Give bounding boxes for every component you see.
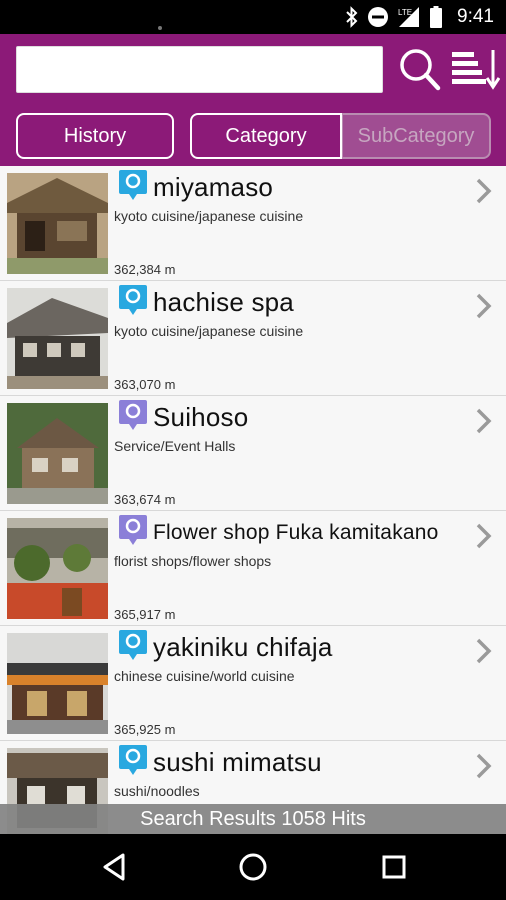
place-thumbnail: [7, 288, 108, 389]
place-name: Flower shop Fuka kamitakano: [153, 521, 439, 544]
results-count-bar: Search Results 1058 Hits: [0, 804, 506, 834]
tab-history-label: History: [63, 124, 127, 147]
list-item[interactable]: hachise spa kyoto cuisine/japanese cuisi…: [0, 281, 506, 396]
place-thumbnail: [7, 518, 108, 619]
pin-icon: [119, 745, 147, 775]
back-icon[interactable]: [97, 850, 131, 884]
home-icon[interactable]: [236, 850, 270, 884]
battery-icon: [430, 6, 443, 28]
notification-dot: [158, 26, 162, 30]
place-distance: 362,384 m: [114, 262, 176, 277]
chevron-right-icon: [476, 293, 492, 319]
place-category: florist shops/flower shops: [114, 553, 272, 569]
recents-icon[interactable]: [377, 850, 411, 884]
search-icon: [400, 49, 441, 91]
place-category: Service/Event Halls: [114, 438, 236, 454]
pin-icon: [119, 515, 147, 545]
chevron-right-icon: [476, 408, 492, 434]
navigation-bar: [0, 834, 506, 900]
status-bar: LTE 9:41: [0, 0, 506, 34]
sort-button[interactable]: [450, 44, 501, 94]
chevron-right-icon: [476, 753, 492, 779]
place-distance: 365,917 m: [114, 607, 176, 622]
search-input[interactable]: [16, 46, 383, 93]
search-button[interactable]: [396, 44, 444, 94]
place-distance: 363,674 m: [114, 492, 176, 507]
place-name: Suihoso: [153, 402, 249, 432]
bluetooth-icon: [346, 6, 358, 28]
list-item[interactable]: yakiniku chifaja chinese cuisine/world c…: [0, 626, 506, 741]
results-list[interactable]: miyamaso kyoto cuisine/japanese cuisine …: [0, 166, 506, 834]
status-time: 9:41: [457, 6, 494, 27]
tab-subcategory-label: SubCategory: [357, 124, 475, 147]
place-thumbnail: [7, 633, 108, 734]
list-item[interactable]: Suihoso Service/Event Halls 363,674 m: [0, 396, 506, 511]
list-item[interactable]: Flower shop Fuka kamitakano florist shop…: [0, 511, 506, 626]
do-not-disturb-icon: [368, 7, 389, 27]
chevron-right-icon: [476, 178, 492, 204]
pin-icon: [119, 170, 147, 200]
app-header: History Category SubCategory: [0, 34, 506, 166]
place-thumbnail: [7, 403, 108, 504]
network-label: LTE: [398, 8, 412, 17]
tab-history[interactable]: History: [16, 113, 174, 159]
pin-icon: [119, 400, 147, 430]
place-name: yakiniku chifaja: [153, 632, 333, 662]
place-thumbnail: [7, 173, 108, 274]
place-name: sushi mimatsu: [153, 747, 322, 777]
place-name: hachise spa: [153, 287, 294, 317]
place-category: kyoto cuisine/japanese cuisine: [114, 208, 304, 224]
place-category: sushi/noodles: [114, 783, 200, 799]
tab-category-label: Category: [225, 124, 307, 147]
place-distance: 363,070 m: [114, 377, 176, 392]
chevron-right-icon: [476, 523, 492, 549]
pin-icon: [119, 630, 147, 660]
place-distance: 365,925 m: [114, 722, 176, 737]
place-category: kyoto cuisine/japanese cuisine: [114, 323, 304, 339]
place-name: miyamaso: [153, 172, 274, 202]
place-category: chinese cuisine/world cuisine: [114, 668, 295, 684]
tab-category[interactable]: Category: [190, 113, 342, 159]
pin-icon: [119, 285, 147, 315]
signal-icon: LTE: [398, 7, 420, 27]
list-item[interactable]: miyamaso kyoto cuisine/japanese cuisine …: [0, 166, 506, 281]
sort-icon: [452, 50, 501, 90]
chevron-right-icon: [476, 638, 492, 664]
tab-subcategory[interactable]: SubCategory: [342, 113, 491, 159]
